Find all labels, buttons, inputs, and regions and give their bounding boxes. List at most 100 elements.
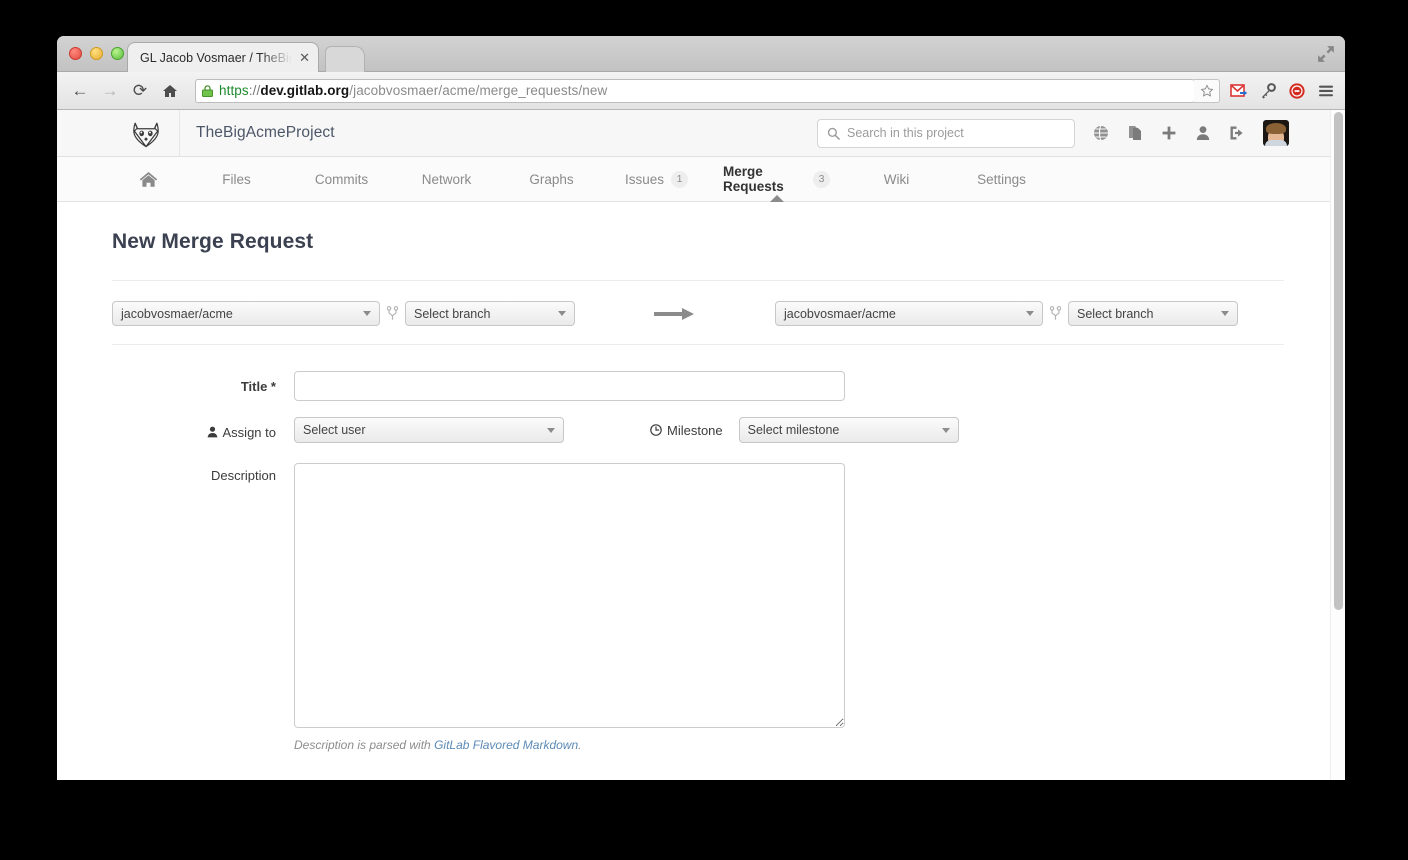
milestone-value: Select milestone (747, 423, 840, 437)
merge-direction-arrow (575, 306, 775, 322)
back-button[interactable]: ← (67, 78, 93, 104)
close-window-button[interactable] (69, 47, 82, 60)
browser-window: GL Jacob Vosmaer / TheBigAc ✕ ← → ⟳ http… (57, 36, 1345, 780)
title-row: Title * (112, 371, 1284, 401)
arrow-right-icon (654, 307, 694, 320)
new-tab-button[interactable] (325, 46, 365, 72)
url-separator: :// (248, 83, 261, 98)
url-host: dev.gitlab.org (260, 83, 350, 98)
tab-graphs-label: Graphs (529, 171, 574, 187)
address-bar-url: https://dev.gitlab.org/jacobvosmaer/acme… (219, 83, 607, 98)
gitlab-header: TheBigAcmeProject Search in this project (57, 110, 1345, 157)
tab-commits-label: Commits (314, 171, 369, 187)
url-scheme: https (219, 83, 249, 98)
bookmark-star-icon[interactable] (1194, 78, 1220, 103)
merge-request-form: Title * Assign to Select user Milestone … (112, 345, 1284, 752)
target-branch-select[interactable]: Select branch (1068, 301, 1238, 326)
home-icon (139, 171, 157, 187)
browser-tab-title: GL Jacob Vosmaer / TheBigAc (140, 50, 296, 65)
search-input[interactable]: Search in this project (817, 118, 1075, 148)
zoom-window-button[interactable] (111, 47, 124, 60)
chevron-down-icon (1026, 311, 1034, 316)
page-content: New Merge Request jacobvosmaer/acme Sele… (57, 230, 1345, 752)
fullscreen-icon[interactable] (1317, 45, 1335, 63)
chevron-down-icon (941, 427, 950, 433)
description-help-text: Description is parsed with GitLab Flavor… (294, 738, 845, 752)
gmail-icon[interactable] (1230, 82, 1248, 100)
url-path: /jacobvosmaer/acme/merge_requests/new (349, 83, 608, 98)
home-button[interactable] (157, 78, 183, 104)
tab-wiki-label: Wiki (883, 171, 910, 187)
target-branch-value: Select branch (1077, 306, 1154, 321)
milestone-select[interactable]: Select milestone (738, 417, 959, 443)
tab-settings-label: Settings (977, 171, 1026, 187)
forward-button[interactable]: → (97, 78, 123, 104)
close-tab-icon[interactable]: ✕ (299, 50, 310, 65)
page-title: New Merge Request (112, 230, 314, 253)
tab-files-label: Files (222, 171, 251, 187)
sign-out-icon[interactable] (1229, 125, 1245, 141)
browser-toolbar: ← → ⟳ https://dev.gitlab.org/jacobvosmae… (57, 72, 1345, 110)
tab-issues-label: Issues (624, 171, 665, 187)
gitlab-flavored-markdown-link[interactable]: GitLab Flavored Markdown (434, 738, 578, 752)
assign-to-label-text: Assign to (222, 424, 276, 440)
minimize-window-button[interactable] (90, 47, 103, 60)
tab-settings[interactable]: Settings (949, 157, 1054, 201)
browser-tab[interactable]: GL Jacob Vosmaer / TheBigAc ✕ (127, 42, 319, 72)
title-label: Title * (240, 378, 276, 394)
clock-icon (650, 424, 662, 436)
description-row: Description Description is parsed with G… (112, 463, 1284, 752)
address-bar[interactable]: https://dev.gitlab.org/jacobvosmaer/acme… (195, 78, 1195, 103)
target-project-select[interactable]: jacobvosmaer/acme (775, 301, 1043, 326)
sidebar-item-home[interactable] (112, 157, 184, 201)
tab-merge-requests-label: Merge Requests (723, 164, 784, 194)
tab-merge-requests-badge: 3 (813, 170, 830, 188)
chevron-down-icon (558, 311, 566, 316)
lastpass-key-icon[interactable] (1259, 82, 1277, 100)
snippets-icon[interactable] (1127, 125, 1143, 141)
active-tab-caret-icon (769, 195, 784, 202)
avatar[interactable] (1263, 120, 1289, 146)
adblock-icon[interactable] (1288, 82, 1306, 100)
scrollbar-thumb[interactable] (1334, 112, 1343, 610)
tab-wiki[interactable]: Wiki (844, 157, 949, 201)
user-icon[interactable] (1195, 125, 1211, 141)
target-project-value: jacobvosmaer/acme (784, 306, 896, 321)
tab-files[interactable]: Files (184, 157, 289, 201)
description-textarea[interactable] (294, 463, 845, 728)
globe-icon[interactable] (1093, 125, 1109, 141)
source-project-select[interactable]: jacobvosmaer/acme (112, 301, 380, 326)
tab-network[interactable]: Network (394, 157, 499, 201)
user-icon (207, 426, 217, 438)
plus-icon[interactable] (1161, 125, 1177, 141)
help-suffix: . (578, 738, 582, 752)
window-controls (69, 47, 124, 60)
target-branch-group: jacobvosmaer/acme Select branch (775, 301, 1238, 326)
project-title[interactable]: TheBigAcmeProject (196, 124, 335, 142)
page-viewport: TheBigAcmeProject Search in this project (57, 110, 1345, 780)
help-prefix: Description is parsed with (294, 738, 435, 752)
title-input[interactable] (294, 371, 845, 401)
page-scrollbar[interactable] (1330, 110, 1345, 780)
source-branch-select[interactable]: Select branch (405, 301, 575, 326)
tab-merge-requests[interactable]: Merge Requests 3 (709, 157, 844, 202)
tab-issues[interactable]: Issues 1 (604, 157, 709, 201)
lock-icon (202, 84, 213, 97)
tab-commits[interactable]: Commits (289, 157, 394, 201)
search-placeholder: Search in this project (847, 126, 964, 140)
source-branch-group: jacobvosmaer/acme Select branch (112, 301, 575, 326)
milestone-label-text: Milestone (667, 422, 723, 438)
tab-graphs[interactable]: Graphs (499, 157, 604, 201)
assign-to-select[interactable]: Select user (294, 417, 564, 443)
assign-milestone-row: Assign to Select user Milestone Select m… (112, 417, 1284, 447)
branch-fork-icon (387, 305, 398, 320)
chevron-down-icon (363, 311, 371, 316)
chrome-menu-icon[interactable] (1317, 82, 1335, 100)
reload-button[interactable]: ⟳ (127, 78, 153, 104)
milestone-label: Milestone (650, 417, 723, 443)
description-label: Description (210, 468, 276, 483)
gitlab-tanuki-icon[interactable] (112, 110, 180, 157)
tab-network-label: Network (421, 171, 472, 187)
search-icon (827, 127, 840, 140)
tab-issues-badge: 1 (671, 170, 689, 188)
